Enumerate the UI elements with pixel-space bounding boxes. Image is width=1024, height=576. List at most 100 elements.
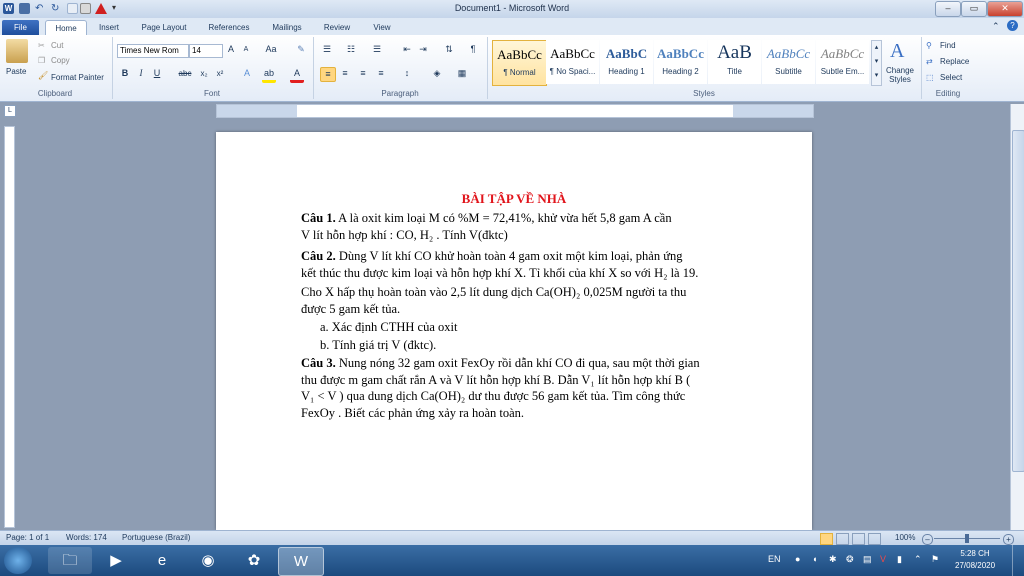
shrink-font-icon[interactable]: A [239,43,253,56]
font-size-combo[interactable]: 14 [189,44,223,58]
clear-formatting-icon[interactable]: ✎ [294,43,308,56]
close-button[interactable]: ✕ [987,1,1023,17]
network-icon[interactable]: ▤ [863,554,872,565]
word-count[interactable]: Words: 174 [66,533,107,542]
select-button[interactable]: Select [940,73,962,82]
tab-view[interactable]: View [364,20,400,35]
highlight-icon[interactable]: ab [262,67,276,83]
start-button-icon[interactable] [4,547,32,574]
superscript-icon[interactable]: x² [213,67,227,80]
strikethrough-icon[interactable]: abc [178,67,192,80]
help-icon[interactable]: ? [1007,20,1018,31]
minimize-ribbon-icon[interactable]: ⌃ [992,21,1000,32]
antivirus-icon[interactable]: V [880,554,886,564]
cut-button[interactable]: Cut [51,41,63,50]
horizontal-ruler[interactable] [216,104,814,118]
tab-mailings[interactable]: Mailings [264,20,310,35]
sort-icon[interactable]: ⇅ [442,43,456,56]
style-subtle-emphasis[interactable]: AaBbCc Subtle Em... [816,40,869,84]
styles-scroll-icon[interactable]: ▴ ▾ ▾ [871,40,882,86]
tab-insert[interactable]: Insert [90,20,128,35]
bluetooth-icon[interactable]: ✱ [829,554,837,565]
style-name: Subtle Em... [820,67,865,76]
clock[interactable]: 5:28 CH 27/08/2020 [955,548,995,572]
vertical-ruler[interactable] [4,126,15,528]
explorer-icon[interactable]: 🗀 [48,547,92,574]
chat-icon[interactable]: ● [795,554,800,564]
app-icon[interactable]: ✿ [232,547,276,574]
align-center-icon[interactable]: ≡ [338,67,352,80]
tab-review[interactable]: Review [316,20,358,35]
style-normal[interactable]: AaBbCc ¶ Normal [492,40,547,86]
show-formatting-icon[interactable]: ¶ [466,43,480,56]
italic-icon[interactable]: I [134,67,148,80]
align-right-icon[interactable]: ≡ [356,67,370,80]
page-count[interactable]: Page: 1 of 1 [6,533,49,542]
minimize-button[interactable]: – [935,1,961,17]
battery-icon[interactable]: ▮ [897,554,902,565]
replace-button[interactable]: Replace [940,57,969,66]
tab-references[interactable]: References [200,20,258,35]
multilevel-list-icon[interactable]: ☰ [370,43,384,56]
zoom-in-icon[interactable]: + [1003,534,1014,545]
subscript-icon[interactable]: x₂ [197,67,211,80]
zoom-out-icon[interactable]: – [922,534,933,545]
numbering-icon[interactable]: ☷ [344,43,358,56]
change-styles-icon[interactable]: A [890,40,904,63]
document-page[interactable]: BÀI TẬP VỀ NHÀ Câu 1. A là oxit kim loại… [216,132,812,530]
internet-explorer-icon[interactable]: e [140,547,184,574]
style-no-spacing[interactable]: AaBbCc ¶ No Spaci... [546,40,599,84]
tray-app-icon[interactable]: ❂ [846,554,854,565]
borders-icon[interactable]: ▦ [455,67,469,80]
line-spacing-icon[interactable]: ↕ [400,67,414,80]
tab-page-layout[interactable]: Page Layout [134,20,194,35]
underline-icon[interactable]: U [150,67,164,80]
tab-home[interactable]: Home [45,20,87,36]
chrome-icon[interactable]: ◉ [186,547,230,574]
format-painter-button[interactable]: Format Painter [51,73,104,82]
media-player-icon[interactable]: ▶ [94,547,138,574]
web-layout-icon[interactable] [852,533,865,545]
language-indicator[interactable]: Portuguese (Brazil) [122,533,190,542]
style-title[interactable]: AaB Title [708,40,761,84]
outline-icon[interactable] [868,533,881,545]
show-desktop-button[interactable] [1012,545,1024,576]
tab-file[interactable]: File [2,20,39,35]
justify-icon[interactable]: ≡ [374,67,388,80]
style-subtitle[interactable]: AaBbCc Subtitle [762,40,815,84]
bold-icon[interactable]: B [118,67,132,80]
volume-icon[interactable]: ◖ [812,554,817,564]
text-effects-icon[interactable]: A [240,67,254,80]
align-left-icon[interactable]: ≡ [320,67,336,82]
shading-icon[interactable]: ◈ [430,67,444,80]
zoom-level[interactable]: 100% [895,533,915,542]
word-taskbar-icon[interactable]: W [278,547,324,576]
decrease-indent-icon[interactable]: ⇤ [400,43,414,56]
find-button[interactable]: Find [940,41,956,50]
ribbon-tabs: File Home Insert Page Layout References … [0,18,1024,36]
scrollbar-thumb[interactable] [1012,130,1024,472]
vertical-scrollbar[interactable] [1010,104,1024,530]
grow-font-icon[interactable]: A [224,43,238,56]
style-heading-2[interactable]: AaBbCc Heading 2 [654,40,707,84]
bullets-icon[interactable]: ☰ [320,43,334,56]
font-color-icon[interactable]: A [290,67,304,83]
action-center-icon[interactable]: ⚑ [931,554,939,565]
style-heading-1[interactable]: AaBbC Heading 1 [600,40,653,84]
print-layout-icon[interactable] [820,533,833,545]
zoom-slider-thumb[interactable] [965,534,969,543]
font-name-combo[interactable]: Times New Rom [117,44,189,58]
tab-selector-icon[interactable]: L [4,105,16,117]
change-case-icon[interactable]: Aa [264,43,278,56]
show-hidden-icons-icon[interactable]: ⌃ [914,554,922,565]
change-styles-button[interactable]: Change Styles [883,66,917,84]
increase-indent-icon[interactable]: ⇥ [416,43,430,56]
maximize-button[interactable]: ▭ [961,1,987,17]
clock-date: 27/08/2020 [955,561,996,570]
paste-icon[interactable] [6,39,28,63]
paste-button[interactable]: Paste [6,67,26,76]
full-screen-reading-icon[interactable] [836,533,849,545]
input-language[interactable]: EN [768,554,781,564]
editing-group-label: Editing [935,89,961,98]
copy-button[interactable]: Copy [51,56,70,65]
